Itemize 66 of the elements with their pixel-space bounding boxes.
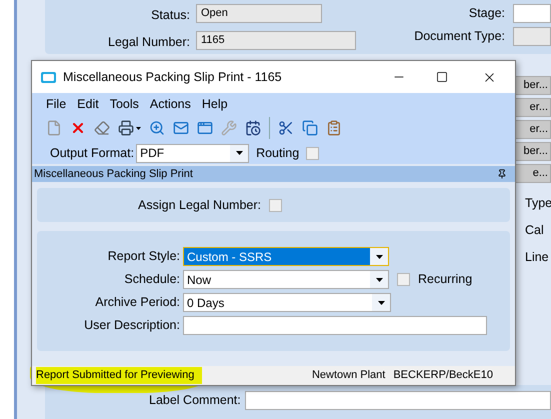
dropdown-value: 0 Days: [186, 294, 226, 312]
menu-item[interactable]: Actions: [150, 94, 191, 114]
routing-checkbox[interactable]: [306, 146, 320, 160]
magnifier-icon[interactable]: [149, 120, 165, 136]
field-label: Label Comment:: [149, 392, 241, 409]
readonly-field: 1165: [196, 31, 356, 50]
menu-item[interactable]: Tools: [110, 94, 139, 114]
assign-checkbox[interactable]: [268, 198, 282, 212]
input-field[interactable]: [513, 4, 551, 23]
dropdown-value: PDF: [139, 145, 166, 162]
field-label: Line: [525, 248, 550, 266]
printer-icon[interactable]: [118, 120, 134, 136]
input-field[interactable]: [183, 316, 487, 335]
menu-item[interactable]: File: [46, 94, 66, 114]
caret-icon: [370, 271, 388, 288]
status-plant: Newtown Plant: [312, 368, 386, 384]
clipboard-icon[interactable]: [326, 120, 342, 136]
input-field[interactable]: [513, 27, 551, 46]
dropdown-value: Custom - SSRS: [186, 248, 273, 266]
side-button[interactable]: e...: [515, 164, 551, 183]
side-button[interactable]: er...: [515, 98, 551, 117]
field-label: Recurring: [418, 271, 472, 288]
field-label: Assign Legal Number:: [138, 196, 261, 214]
field-label: Stage:: [468, 5, 505, 22]
menu-item[interactable]: Help: [202, 94, 228, 114]
copy-icon[interactable]: [302, 120, 318, 136]
window-title: Miscellaneous Packing Slip Print - 1165: [63, 68, 283, 86]
input-field[interactable]: [244, 390, 551, 410]
field-label: Document Type:: [414, 28, 505, 46]
field-label: Cal: [525, 222, 545, 239]
readonly-field: Open: [196, 4, 322, 23]
envelope-icon[interactable]: [173, 120, 189, 136]
recurring-checkbox[interactable]: [397, 273, 410, 286]
status-message: Report Submitted for Previewing: [36, 367, 202, 384]
side-button[interactable]: ber...: [515, 142, 551, 161]
field-label: Schedule:: [123, 271, 180, 288]
field-label: Legal Number:: [107, 34, 190, 52]
calendar-icon[interactable]: [245, 120, 261, 136]
app-icon: [41, 72, 56, 82]
caret-icon: [372, 294, 390, 311]
field-label: Archive Period:: [94, 294, 180, 312]
dropdown-field[interactable]: Custom - SSRS: [183, 247, 389, 266]
field-label: Status:: [150, 7, 190, 24]
dropdown-value: Now: [186, 272, 212, 288]
dropdown-field[interactable]: PDF: [136, 144, 250, 162]
delete-icon[interactable]: [70, 120, 86, 136]
maximize-icon[interactable]: [436, 71, 448, 83]
field-label: User Description:: [83, 317, 180, 334]
dropdown-field[interactable]: 0 Days: [183, 293, 391, 312]
pin-icon[interactable]: [497, 169, 507, 179]
dropdown-field[interactable]: Now: [183, 270, 389, 289]
field-label: Routing: [256, 144, 300, 162]
eraser-icon[interactable]: [94, 120, 110, 136]
field-label: Output Format:: [50, 144, 134, 162]
scissors-icon[interactable]: [278, 120, 294, 136]
side-button[interactable]: er...: [515, 120, 551, 139]
window-icon[interactable]: [197, 120, 213, 136]
caret-icon[interactable]: [136, 126, 141, 130]
document-icon[interactable]: [46, 120, 62, 136]
caret-icon: [230, 144, 248, 162]
caret-icon: [370, 248, 388, 265]
menu-item[interactable]: Edit: [77, 94, 99, 114]
side-button[interactable]: ber...: [515, 76, 551, 95]
status-user: BECKERP/BeckE10: [393, 368, 493, 384]
section-title: Miscellaneous Packing Slip Print: [34, 166, 194, 182]
field-label: Report Style:: [106, 248, 180, 266]
